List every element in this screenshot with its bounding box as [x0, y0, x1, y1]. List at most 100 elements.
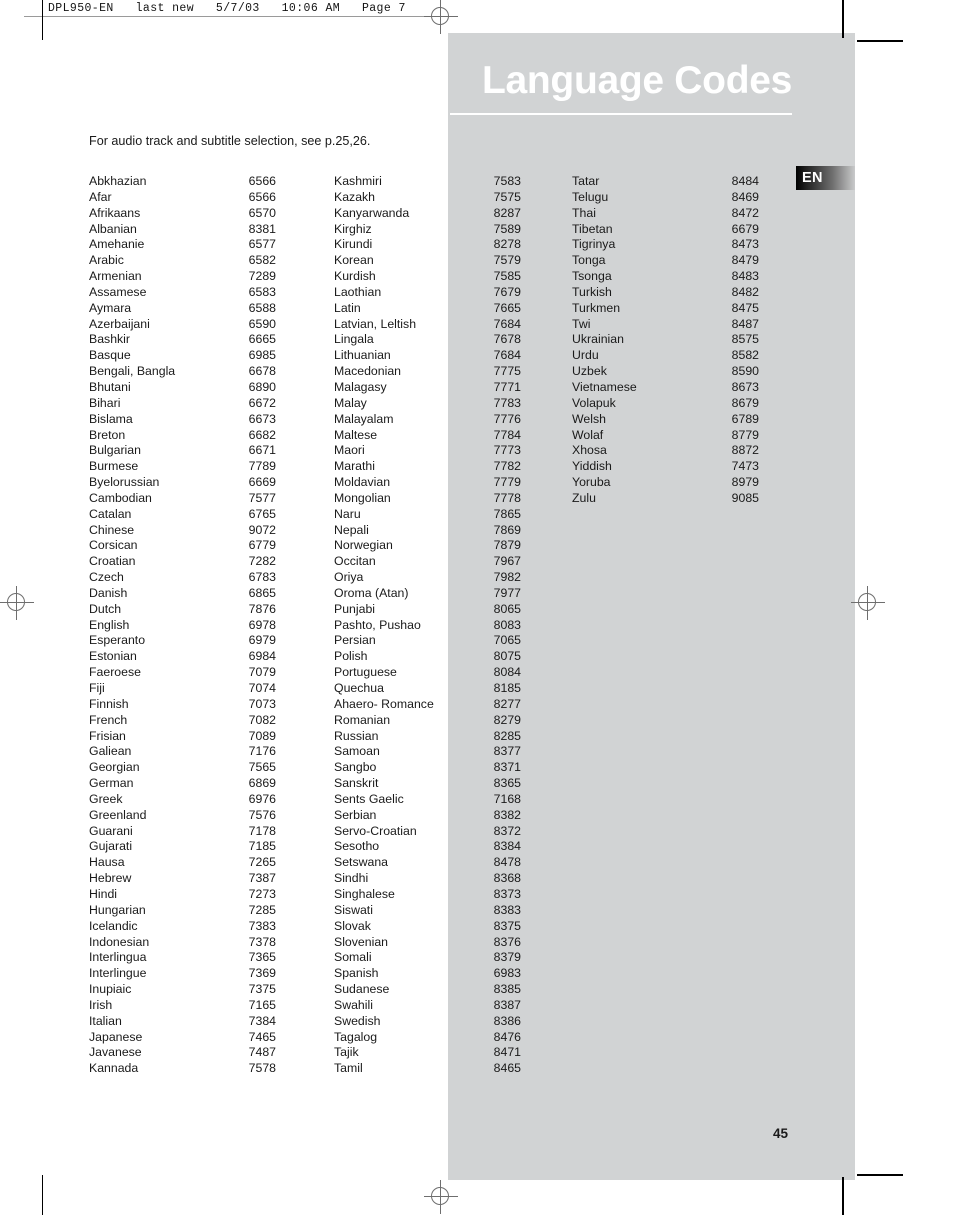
language-code: 6789	[731, 411, 759, 426]
language-code: 6582	[248, 253, 276, 268]
language-code: 8465	[493, 1061, 521, 1076]
language-code: 7775	[493, 364, 521, 379]
language-code: 7369	[248, 966, 276, 981]
language-name: Interlingua	[89, 950, 147, 965]
language-name: Tamil	[334, 1061, 363, 1076]
language-name: Twi	[572, 316, 591, 331]
language-name: Macedonian	[334, 364, 401, 379]
language-name: Wolaf	[572, 427, 604, 442]
language-name: Hungarian	[89, 902, 146, 917]
language-code: 7576	[248, 807, 276, 822]
language-code: 7575	[493, 189, 521, 204]
language-code: 7378	[248, 934, 276, 949]
language-name: Kazakh	[334, 189, 376, 204]
language-name: Quechua	[334, 681, 384, 695]
language-name: German	[89, 776, 134, 791]
language-name: Spanish	[334, 966, 379, 981]
language-name: Ahaero- Romance	[334, 696, 434, 711]
language-name: Urdu	[572, 348, 599, 363]
language-code: 6577	[248, 237, 276, 252]
language-name: Icelandic	[89, 918, 138, 933]
language-name: Bashkir	[89, 332, 131, 347]
language-code: 8469	[731, 189, 759, 204]
language-code: 7465	[248, 1029, 276, 1044]
language-code: 6890	[248, 379, 276, 394]
language-code: 8371	[493, 760, 521, 775]
language-code: 6583	[248, 284, 276, 299]
language-name: Lithuanian	[334, 348, 391, 363]
language-name: Servo-Croatian	[334, 823, 417, 838]
registration-mark-bottom	[424, 1180, 458, 1214]
language-code: 8379	[493, 950, 521, 965]
language-code: 8376	[493, 934, 521, 949]
language-code: 8277	[493, 696, 521, 711]
language-name: Latvian, Leltish	[334, 316, 417, 331]
language-code: 6682	[248, 427, 276, 442]
language-code: 7579	[493, 253, 521, 268]
crop-mark-top-right-horizontal	[857, 40, 903, 42]
language-code: 8381	[248, 221, 276, 236]
language-name: Breton	[89, 427, 126, 442]
language-code: 7165	[248, 997, 276, 1012]
language-code: 6566	[248, 174, 276, 188]
language-name: Portuguese	[334, 665, 397, 680]
language-code: 6985	[248, 348, 276, 363]
language-code: 6672	[248, 395, 276, 410]
crop-mark-bottom-right-horizontal	[857, 1174, 903, 1176]
language-name: Volapuk	[572, 395, 616, 410]
language-name: Swedish	[334, 1013, 381, 1028]
trim-rule-left	[42, 0, 43, 40]
language-code: 6678	[248, 364, 276, 379]
language-name: Sudanese	[334, 982, 390, 997]
language-name: Japanese	[89, 1029, 143, 1044]
language-name: Hausa	[89, 855, 125, 870]
language-name: Bengali, Bangla	[89, 364, 176, 379]
language-name: Croatian	[89, 554, 136, 569]
language-name: Pashto, Pushao	[334, 617, 421, 632]
language-name: Singhalese	[334, 886, 395, 901]
language-code: 6669	[248, 475, 276, 490]
language-code: 6979	[248, 633, 276, 648]
language-code: 7082	[248, 712, 276, 727]
language-code: 7289	[248, 269, 276, 284]
language-name: Faeroese	[89, 665, 141, 680]
language-code: 8279	[493, 712, 521, 727]
language-code: 8278	[493, 237, 521, 252]
language-code: 7583	[493, 174, 521, 188]
language-name: Basque	[89, 348, 131, 363]
language-code: 8575	[731, 332, 759, 347]
language-name: Indonesian	[89, 934, 150, 949]
language-code: 8373	[493, 886, 521, 901]
language-name: Nepali	[334, 522, 369, 537]
language-name: Yoruba	[572, 475, 611, 490]
language-code: 8285	[493, 728, 521, 743]
language-name: Kirundi	[334, 237, 373, 252]
language-name: Kirghiz	[334, 221, 372, 236]
language-code: 8365	[493, 776, 521, 791]
language-name: Samoan	[334, 744, 380, 759]
registration-mark-top	[424, 0, 458, 34]
language-name: Armenian	[89, 269, 142, 284]
language-code: 7679	[493, 284, 521, 299]
language-name: Catalan	[89, 506, 132, 521]
language-code: 6679	[731, 221, 759, 236]
language-name: Welsh	[572, 411, 606, 426]
language-name: Corsican	[89, 538, 138, 553]
language-code: 7684	[493, 348, 521, 363]
language-code: 7778	[493, 490, 521, 505]
language-name: Maltese	[334, 427, 378, 442]
language-name: Czech	[89, 570, 124, 585]
language-code: 8779	[731, 427, 759, 442]
language-code: 8471	[493, 1045, 521, 1060]
language-name: Tonga	[572, 253, 606, 268]
language-name: Vietnamese	[572, 379, 637, 394]
title-underline	[450, 113, 792, 115]
language-code: 6869	[248, 776, 276, 791]
language-name: Tatar	[572, 174, 600, 188]
language-code: 8383	[493, 902, 521, 917]
language-name: Byelorussian	[89, 475, 160, 490]
language-code: 6978	[248, 617, 276, 632]
language-code: 6976	[248, 791, 276, 806]
language-name: Dutch	[89, 601, 122, 616]
language-code: 7589	[493, 221, 521, 236]
